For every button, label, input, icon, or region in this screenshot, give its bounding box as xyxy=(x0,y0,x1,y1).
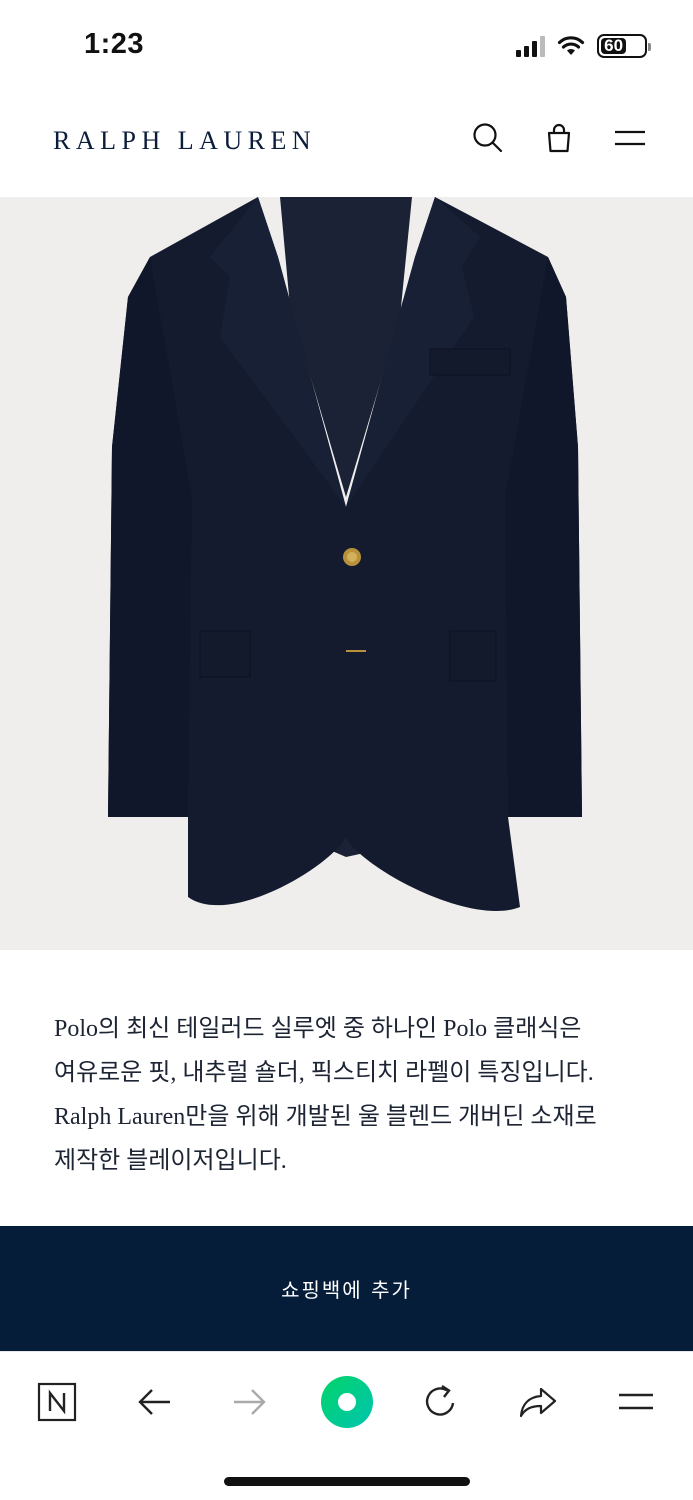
menu-icon[interactable] xyxy=(612,120,648,156)
status-icons: 60 xyxy=(516,34,651,58)
description-line: 제작한 블레이저입니다. xyxy=(54,1148,287,1174)
description-line: Polo의 최신 테일러드 실루엣 중 하나인 Polo 클래식은 xyxy=(54,1016,582,1042)
description-line: Ralph Lauren만을 위해 개발된 울 블렌드 개버딘 소재로 xyxy=(54,1104,597,1130)
product-image[interactable] xyxy=(0,197,693,950)
menu-icon[interactable] xyxy=(608,1374,664,1430)
forward-arrow-icon[interactable] xyxy=(222,1374,278,1430)
status-bar: 1:23 60 xyxy=(0,0,693,92)
blazer-image xyxy=(108,197,582,911)
naver-n-icon[interactable] xyxy=(29,1374,85,1430)
battery-level: 60 xyxy=(601,36,627,55)
status-time: 1:23 xyxy=(84,28,145,60)
add-to-bag-button[interactable]: 쇼핑백에 추가 xyxy=(0,1226,693,1351)
back-arrow-icon[interactable] xyxy=(126,1374,182,1430)
home-indicator[interactable] xyxy=(224,1477,470,1486)
battery-icon: 60 xyxy=(597,34,651,58)
share-icon[interactable] xyxy=(510,1374,566,1430)
product-description: Polo의 최신 테일러드 실루엣 중 하나인 Polo 클래식은 여유로운 핏… xyxy=(54,1007,654,1183)
reload-icon[interactable] xyxy=(413,1374,469,1430)
shopping-bag-icon[interactable] xyxy=(541,120,577,156)
naver-green-dot-icon[interactable] xyxy=(317,1372,377,1432)
search-icon[interactable] xyxy=(470,120,506,156)
description-line: 여유로운 핏, 내추럴 숄더, 픽스티치 라펠이 특징입니다. xyxy=(54,1060,594,1086)
wifi-icon xyxy=(557,36,585,55)
cellular-signal-icon xyxy=(516,35,545,57)
brand-logo[interactable]: RALPH LAUREN xyxy=(53,126,316,156)
site-header: RALPH LAUREN xyxy=(0,92,693,197)
